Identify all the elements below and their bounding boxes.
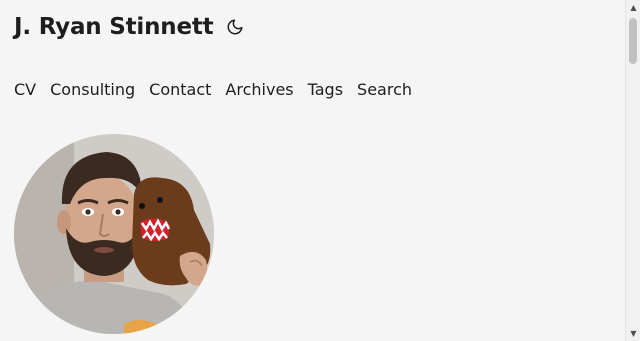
site-header: J. Ryan Stinnett [14, 14, 245, 40]
main-nav: CV Consulting Contact Archives Tags Sear… [14, 80, 426, 100]
site-title[interactable]: J. Ryan Stinnett [14, 14, 214, 40]
scrollbar-thumb[interactable] [629, 18, 637, 64]
profile-photo [14, 134, 214, 334]
nav-item-archives[interactable]: Archives [225, 80, 293, 100]
nav-item-cv[interactable]: CV [14, 80, 36, 100]
nav-item-contact[interactable]: Contact [149, 80, 211, 100]
profile-photo-illustration [14, 134, 214, 334]
nav-item-tags[interactable]: Tags [308, 80, 343, 100]
nav-item-consulting[interactable]: Consulting [50, 80, 135, 100]
page: J. Ryan Stinnett CV Consulting Contact A… [0, 0, 625, 341]
page-scrollbar[interactable]: ▲ ▼ [625, 0, 640, 341]
moon-icon [228, 19, 243, 35]
nav-item-search[interactable]: Search [357, 80, 412, 100]
scroll-up-arrow-icon[interactable]: ▲ [626, 0, 640, 15]
theme-toggle-button[interactable] [225, 17, 245, 37]
scroll-down-arrow-icon[interactable]: ▼ [626, 326, 640, 341]
